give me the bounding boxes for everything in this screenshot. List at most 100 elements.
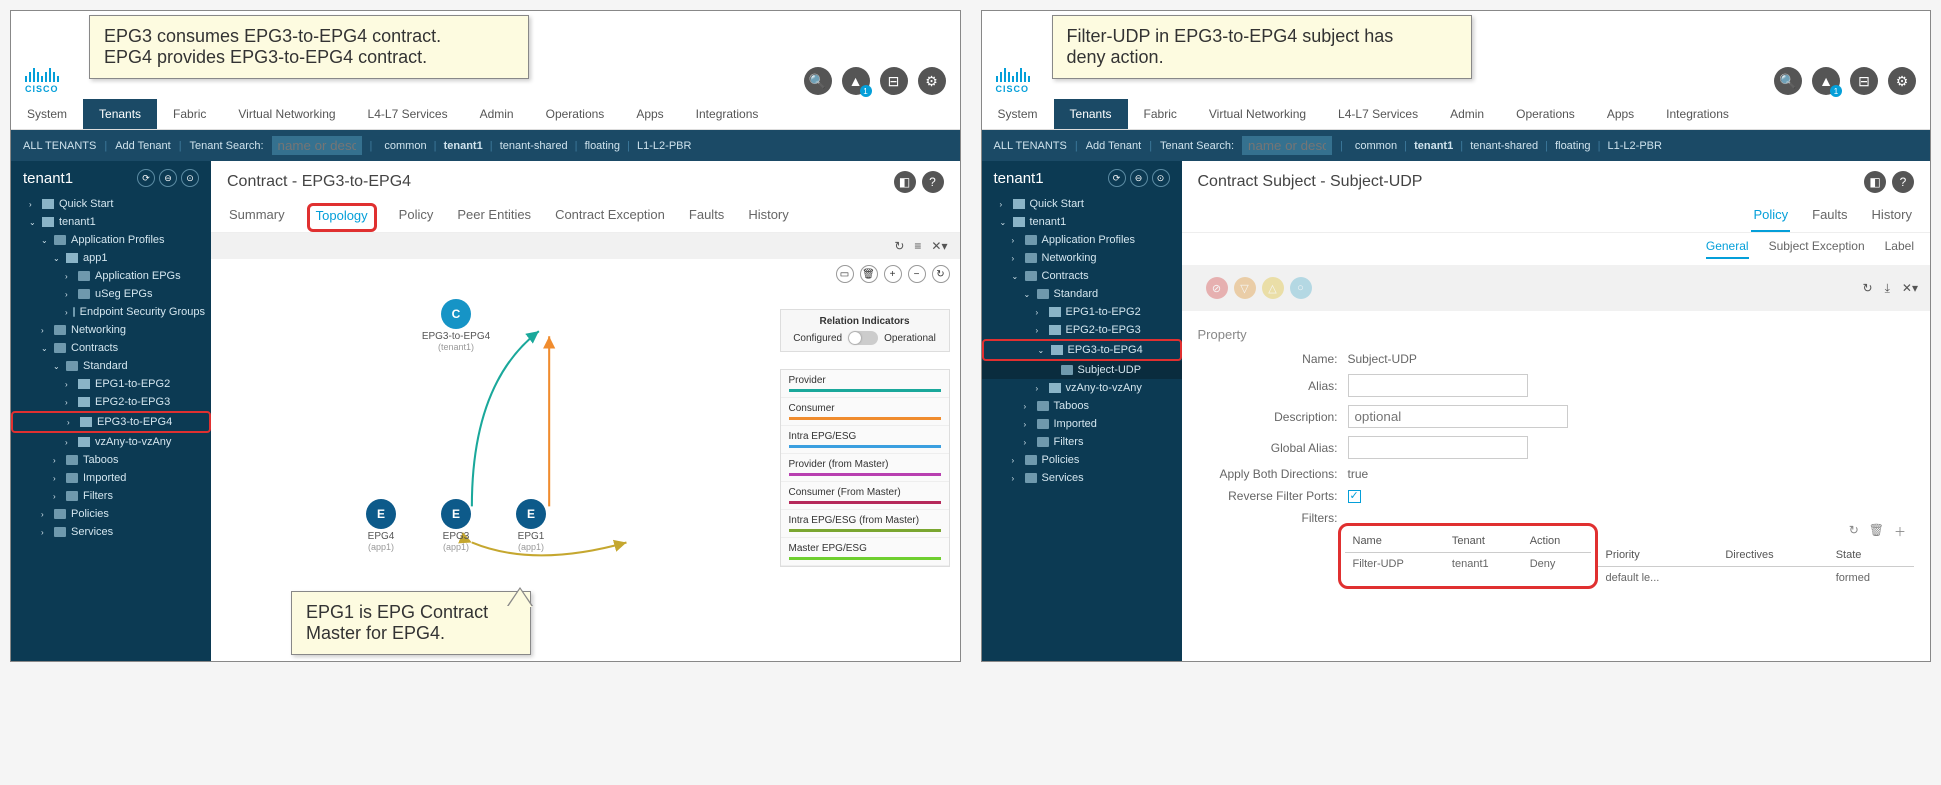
menu-item-system[interactable]: System (11, 99, 83, 129)
sb-icon-2-r[interactable]: ⊖ (1130, 169, 1148, 187)
add-tenant-link-r[interactable]: Add Tenant (1086, 140, 1141, 152)
tab-faults[interactable]: Faults (687, 203, 726, 232)
node-epg3[interactable]: E (441, 499, 471, 529)
col-action[interactable]: Action (1522, 530, 1591, 553)
tree-item-subject-udp[interactable]: Subject-UDP (982, 361, 1182, 379)
col-tenant[interactable]: Tenant (1444, 530, 1522, 553)
feedback-icon-r[interactable]: ⊟ (1850, 67, 1878, 95)
menu-item-tenants[interactable]: Tenants (1054, 99, 1128, 129)
menu-item-operations[interactable]: Operations (1500, 99, 1591, 129)
download-icon[interactable]: ⤓ (1885, 281, 1890, 296)
subtab-general[interactable]: General (1706, 239, 1749, 259)
menu-item-tenants[interactable]: Tenants (83, 99, 157, 129)
sb-icon-3[interactable]: ⊙ (181, 169, 199, 187)
bookmark-icon[interactable]: ◧ (894, 171, 916, 193)
filter-add-icon[interactable]: ＋ (1894, 523, 1906, 540)
menu-item-fabric[interactable]: Fabric (157, 99, 222, 129)
tab-summary[interactable]: Summary (227, 203, 287, 232)
subtab-subject-exception[interactable]: Subject Exception (1769, 239, 1865, 259)
node-contract[interactable]: C (441, 299, 471, 329)
menu-item-virtual-networking[interactable]: Virtual Networking (1193, 99, 1322, 129)
tree-item-networking[interactable]: ›Networking (11, 321, 211, 339)
tenant-search-input[interactable] (272, 136, 362, 155)
alert-icon[interactable]: ▲ (842, 67, 870, 95)
tab-history[interactable]: History (1870, 203, 1914, 232)
tenant-link-L1-L2-PBR[interactable]: L1-L2-PBR (637, 140, 691, 152)
tree-item-taboos[interactable]: ›Taboos (982, 397, 1182, 415)
tree-item-epg2-to-epg3[interactable]: ›EPG2-to-EPG3 (11, 393, 211, 411)
zoom-out-icon[interactable]: − (908, 265, 926, 283)
tree-item-imported[interactable]: ›Imported (982, 415, 1182, 433)
tab-policy[interactable]: Policy (1751, 203, 1790, 232)
tree-item-policies[interactable]: ›Policies (982, 451, 1182, 469)
tenant-link-tenant-shared[interactable]: tenant-shared (1470, 140, 1538, 152)
help-icon-r[interactable]: ? (1892, 171, 1914, 193)
tree-item-services[interactable]: ›Services (11, 523, 211, 541)
tree-item-filters[interactable]: ›Filters (11, 487, 211, 505)
filter-refresh-icon[interactable]: ↻ (1849, 523, 1859, 540)
tree-item-contracts[interactable]: ⌄Contracts (11, 339, 211, 357)
sb-icon-1[interactable]: ⟳ (137, 169, 155, 187)
tenant-link-floating[interactable]: floating (1555, 140, 1590, 152)
galias-input[interactable] (1348, 436, 1528, 459)
tenant-link-common[interactable]: common (1355, 140, 1397, 152)
topo-trash-icon[interactable]: 🗑 (860, 265, 878, 283)
desc-input[interactable] (1348, 405, 1568, 428)
tree-item-vzany-to-vzany[interactable]: ›vzAny-to-vzAny (982, 379, 1182, 397)
tab-history[interactable]: History (746, 203, 790, 232)
tree-item-standard[interactable]: ⌄Standard (11, 357, 211, 375)
menu-item-admin[interactable]: Admin (464, 99, 530, 129)
refresh-icon[interactable]: ↻ (894, 239, 904, 253)
menu-item-integrations[interactable]: Integrations (680, 99, 775, 129)
tree-item-application-epgs[interactable]: ›Application EPGs (11, 267, 211, 285)
tree-item-contracts[interactable]: ⌄Contracts (982, 267, 1182, 285)
sb-icon-3-r[interactable]: ⊙ (1152, 169, 1170, 187)
tree-item-application-profiles[interactable]: ⌄Application Profiles (11, 231, 211, 249)
gear-icon-r[interactable]: ⚙ (1888, 67, 1916, 95)
tree-item-tenant1[interactable]: ⌄tenant1 (11, 213, 211, 231)
tree-item-services[interactable]: ›Services (982, 469, 1182, 487)
topo-save-icon[interactable]: ▭ (836, 265, 854, 283)
tree-item-filters[interactable]: ›Filters (982, 433, 1182, 451)
node-epg1[interactable]: E (516, 499, 546, 529)
chip-major-icon[interactable]: ▽ (1234, 277, 1256, 299)
gear-icon[interactable]: ⚙ (918, 67, 946, 95)
tree-item-endpoint-security-groups[interactable]: ›Endpoint Security Groups (11, 303, 211, 321)
menu-item-operations[interactable]: Operations (530, 99, 621, 129)
sb-icon-2[interactable]: ⊖ (159, 169, 177, 187)
feedback-icon[interactable]: ⊟ (880, 67, 908, 95)
topo-refresh-icon[interactable]: ↻ (932, 265, 950, 283)
tree-item-imported[interactable]: ›Imported (11, 469, 211, 487)
search-icon[interactable]: 🔍 (804, 67, 832, 95)
tree-item-policies[interactable]: ›Policies (11, 505, 211, 523)
menu-item-system[interactable]: System (982, 99, 1054, 129)
col-priority[interactable]: Priority (1598, 544, 1718, 567)
rel-toggle[interactable] (848, 331, 878, 345)
sb-icon-1-r[interactable]: ⟳ (1108, 169, 1126, 187)
tab-contract-exception[interactable]: Contract Exception (553, 203, 667, 232)
help-icon[interactable]: ? (922, 171, 944, 193)
subtab-label[interactable]: Label (1885, 239, 1914, 259)
search-icon-r[interactable]: 🔍 (1774, 67, 1802, 95)
refresh-icon-r[interactable]: ↻ (1863, 281, 1873, 296)
rev-checkbox[interactable] (1348, 490, 1361, 503)
zoom-in-icon[interactable]: + (884, 265, 902, 283)
tree-item-networking[interactable]: ›Networking (982, 249, 1182, 267)
alert-icon-r[interactable]: ▲ (1812, 67, 1840, 95)
tree-item-epg1-to-epg2[interactable]: ›EPG1-to-EPG2 (11, 375, 211, 393)
tenant-link-tenant1[interactable]: tenant1 (444, 140, 483, 152)
tree-item-epg3-to-epg4[interactable]: ⌄EPG3-to-EPG4 (982, 339, 1182, 361)
tree-item-quick-start[interactable]: ›Quick Start (11, 195, 211, 213)
tab-topology[interactable]: Topology (307, 203, 377, 232)
chip-info-icon[interactable]: ○ (1290, 277, 1312, 299)
tenant-link-common[interactable]: common (384, 140, 426, 152)
col-directives[interactable]: Directives (1717, 544, 1827, 567)
tree-item-epg2-to-epg3[interactable]: ›EPG2-to-EPG3 (982, 321, 1182, 339)
tenant-link-tenant-shared[interactable]: tenant-shared (500, 140, 568, 152)
menu-item-admin[interactable]: Admin (1434, 99, 1500, 129)
tree-item-epg3-to-epg4[interactable]: ›EPG3-to-EPG4 (11, 411, 211, 433)
bookmark-icon-r[interactable]: ◧ (1864, 171, 1886, 193)
menu-item-integrations[interactable]: Integrations (1650, 99, 1745, 129)
tab-faults[interactable]: Faults (1810, 203, 1849, 232)
tenant-link-tenant1[interactable]: tenant1 (1414, 140, 1453, 152)
